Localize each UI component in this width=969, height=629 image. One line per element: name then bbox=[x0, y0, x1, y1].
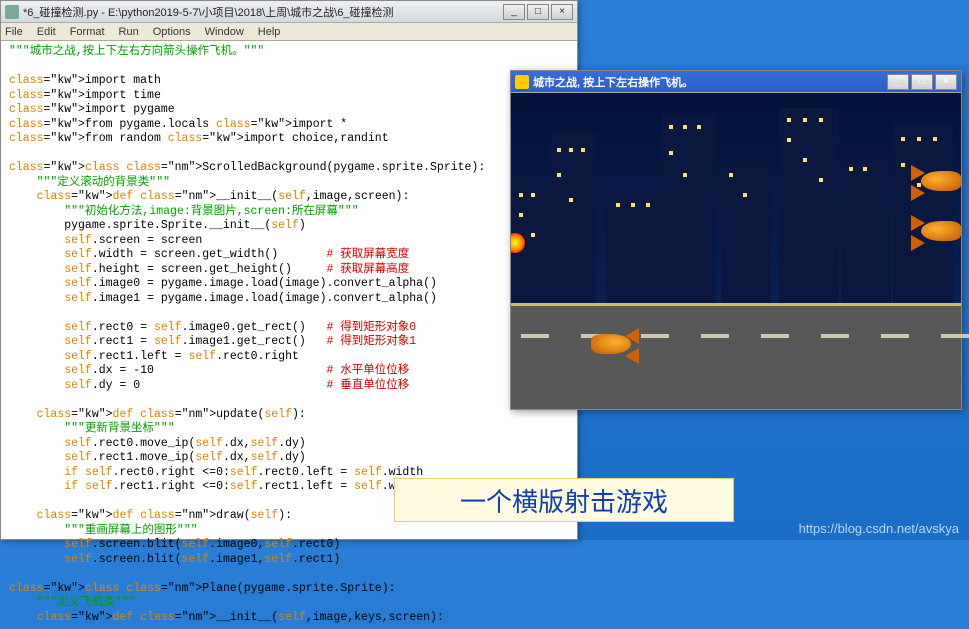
editor-titlebar[interactable]: *6_碰撞检测.py - E:\python2019-5-7\小项目\2018\… bbox=[1, 1, 577, 23]
game-close-button[interactable]: × bbox=[935, 74, 957, 90]
game-maximize-button[interactable]: □ bbox=[911, 74, 933, 90]
menu-edit[interactable]: Edit bbox=[37, 26, 56, 38]
menu-format[interactable]: Format bbox=[70, 26, 105, 38]
game-minimize-button[interactable]: _ bbox=[887, 74, 909, 90]
enemy-ship bbox=[911, 163, 961, 203]
enemy-ship bbox=[911, 213, 961, 253]
game-sky-background bbox=[511, 93, 961, 303]
close-button[interactable]: × bbox=[551, 4, 573, 20]
minimize-button[interactable]: _ bbox=[503, 4, 525, 20]
menu-help[interactable]: Help bbox=[258, 26, 281, 38]
maximize-button[interactable]: □ bbox=[527, 4, 549, 20]
python-icon bbox=[5, 5, 19, 19]
menu-file[interactable]: File bbox=[5, 26, 23, 38]
pygame-icon bbox=[515, 75, 529, 89]
code-editor-area[interactable]: """城市之战,按上下左右方向箭头操作飞机。""" class="kw">imp… bbox=[1, 41, 577, 629]
menu-run[interactable]: Run bbox=[119, 26, 139, 38]
game-road bbox=[511, 303, 961, 409]
menu-window[interactable]: Window bbox=[205, 26, 244, 38]
game-title: 城市之战, 按上下左右操作飞机。 bbox=[533, 74, 887, 90]
player-ship bbox=[581, 326, 641, 366]
idle-editor-window: *6_碰撞检测.py - E:\python2019-5-7\小项目\2018\… bbox=[0, 0, 578, 540]
caption-text: 一个横版射击游戏 bbox=[460, 482, 668, 519]
editor-menubar: File Edit Format Run Options Window Help bbox=[1, 23, 577, 41]
window-controls: _ □ × bbox=[503, 4, 573, 20]
game-window-controls: _ □ × bbox=[887, 74, 957, 90]
editor-title: *6_碰撞检测.py - E:\python2019-5-7\小项目\2018\… bbox=[23, 4, 503, 20]
caption-overlay: 一个横版射击游戏 bbox=[394, 478, 734, 522]
watermark: https://blog.csdn.net/avskya bbox=[799, 521, 959, 536]
game-titlebar[interactable]: 城市之战, 按上下左右操作飞机。 _ □ × bbox=[511, 71, 961, 93]
menu-options[interactable]: Options bbox=[153, 26, 191, 38]
pygame-game-window: 城市之战, 按上下左右操作飞机。 _ □ × bbox=[510, 70, 962, 410]
